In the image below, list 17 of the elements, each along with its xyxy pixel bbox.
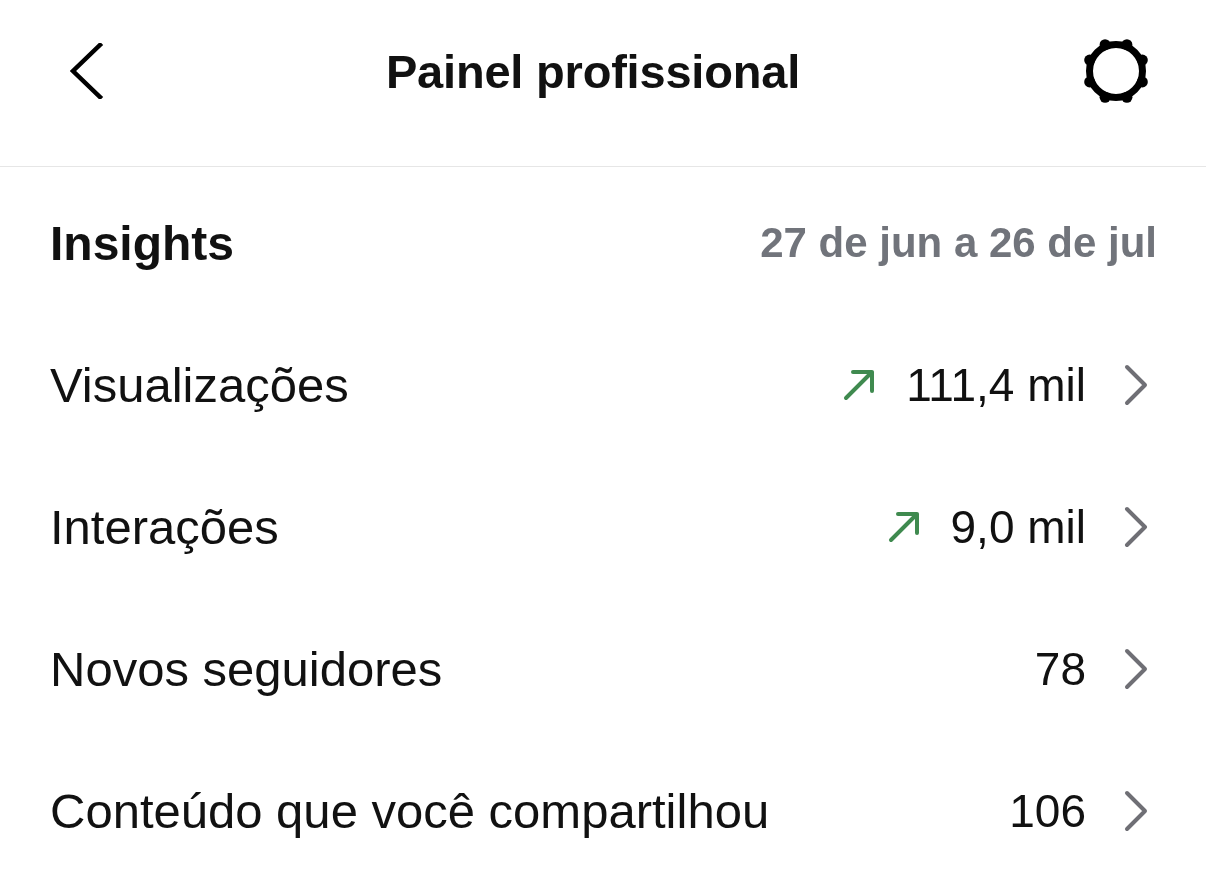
metric-value: 78	[1034, 642, 1086, 696]
chevron-right-icon[interactable]	[1124, 648, 1148, 690]
settings-icon[interactable]	[1082, 37, 1150, 105]
metric-label[interactable]: Visualizações	[50, 357, 349, 413]
date-range: 27 de jun a 26 de jul	[760, 219, 1157, 267]
metric-value: 106	[1009, 784, 1086, 838]
chevron-right-icon[interactable]	[1124, 790, 1148, 832]
metric-label[interactable]: Conteúdo que você compartilhou	[50, 783, 770, 839]
metric-label[interactable]: Interações	[50, 499, 279, 555]
metric-value: 111,4 mil	[906, 358, 1086, 412]
chevron-right-icon[interactable]	[1124, 364, 1148, 406]
section-title: Insights	[50, 215, 234, 271]
back-icon[interactable]	[70, 43, 104, 99]
page-title: Painel profissional	[385, 43, 801, 99]
chevron-right-icon[interactable]	[1124, 506, 1148, 548]
metric-value: 9,0 mil	[950, 500, 1086, 554]
metric-label[interactable]: Novos seguidores	[50, 641, 443, 697]
